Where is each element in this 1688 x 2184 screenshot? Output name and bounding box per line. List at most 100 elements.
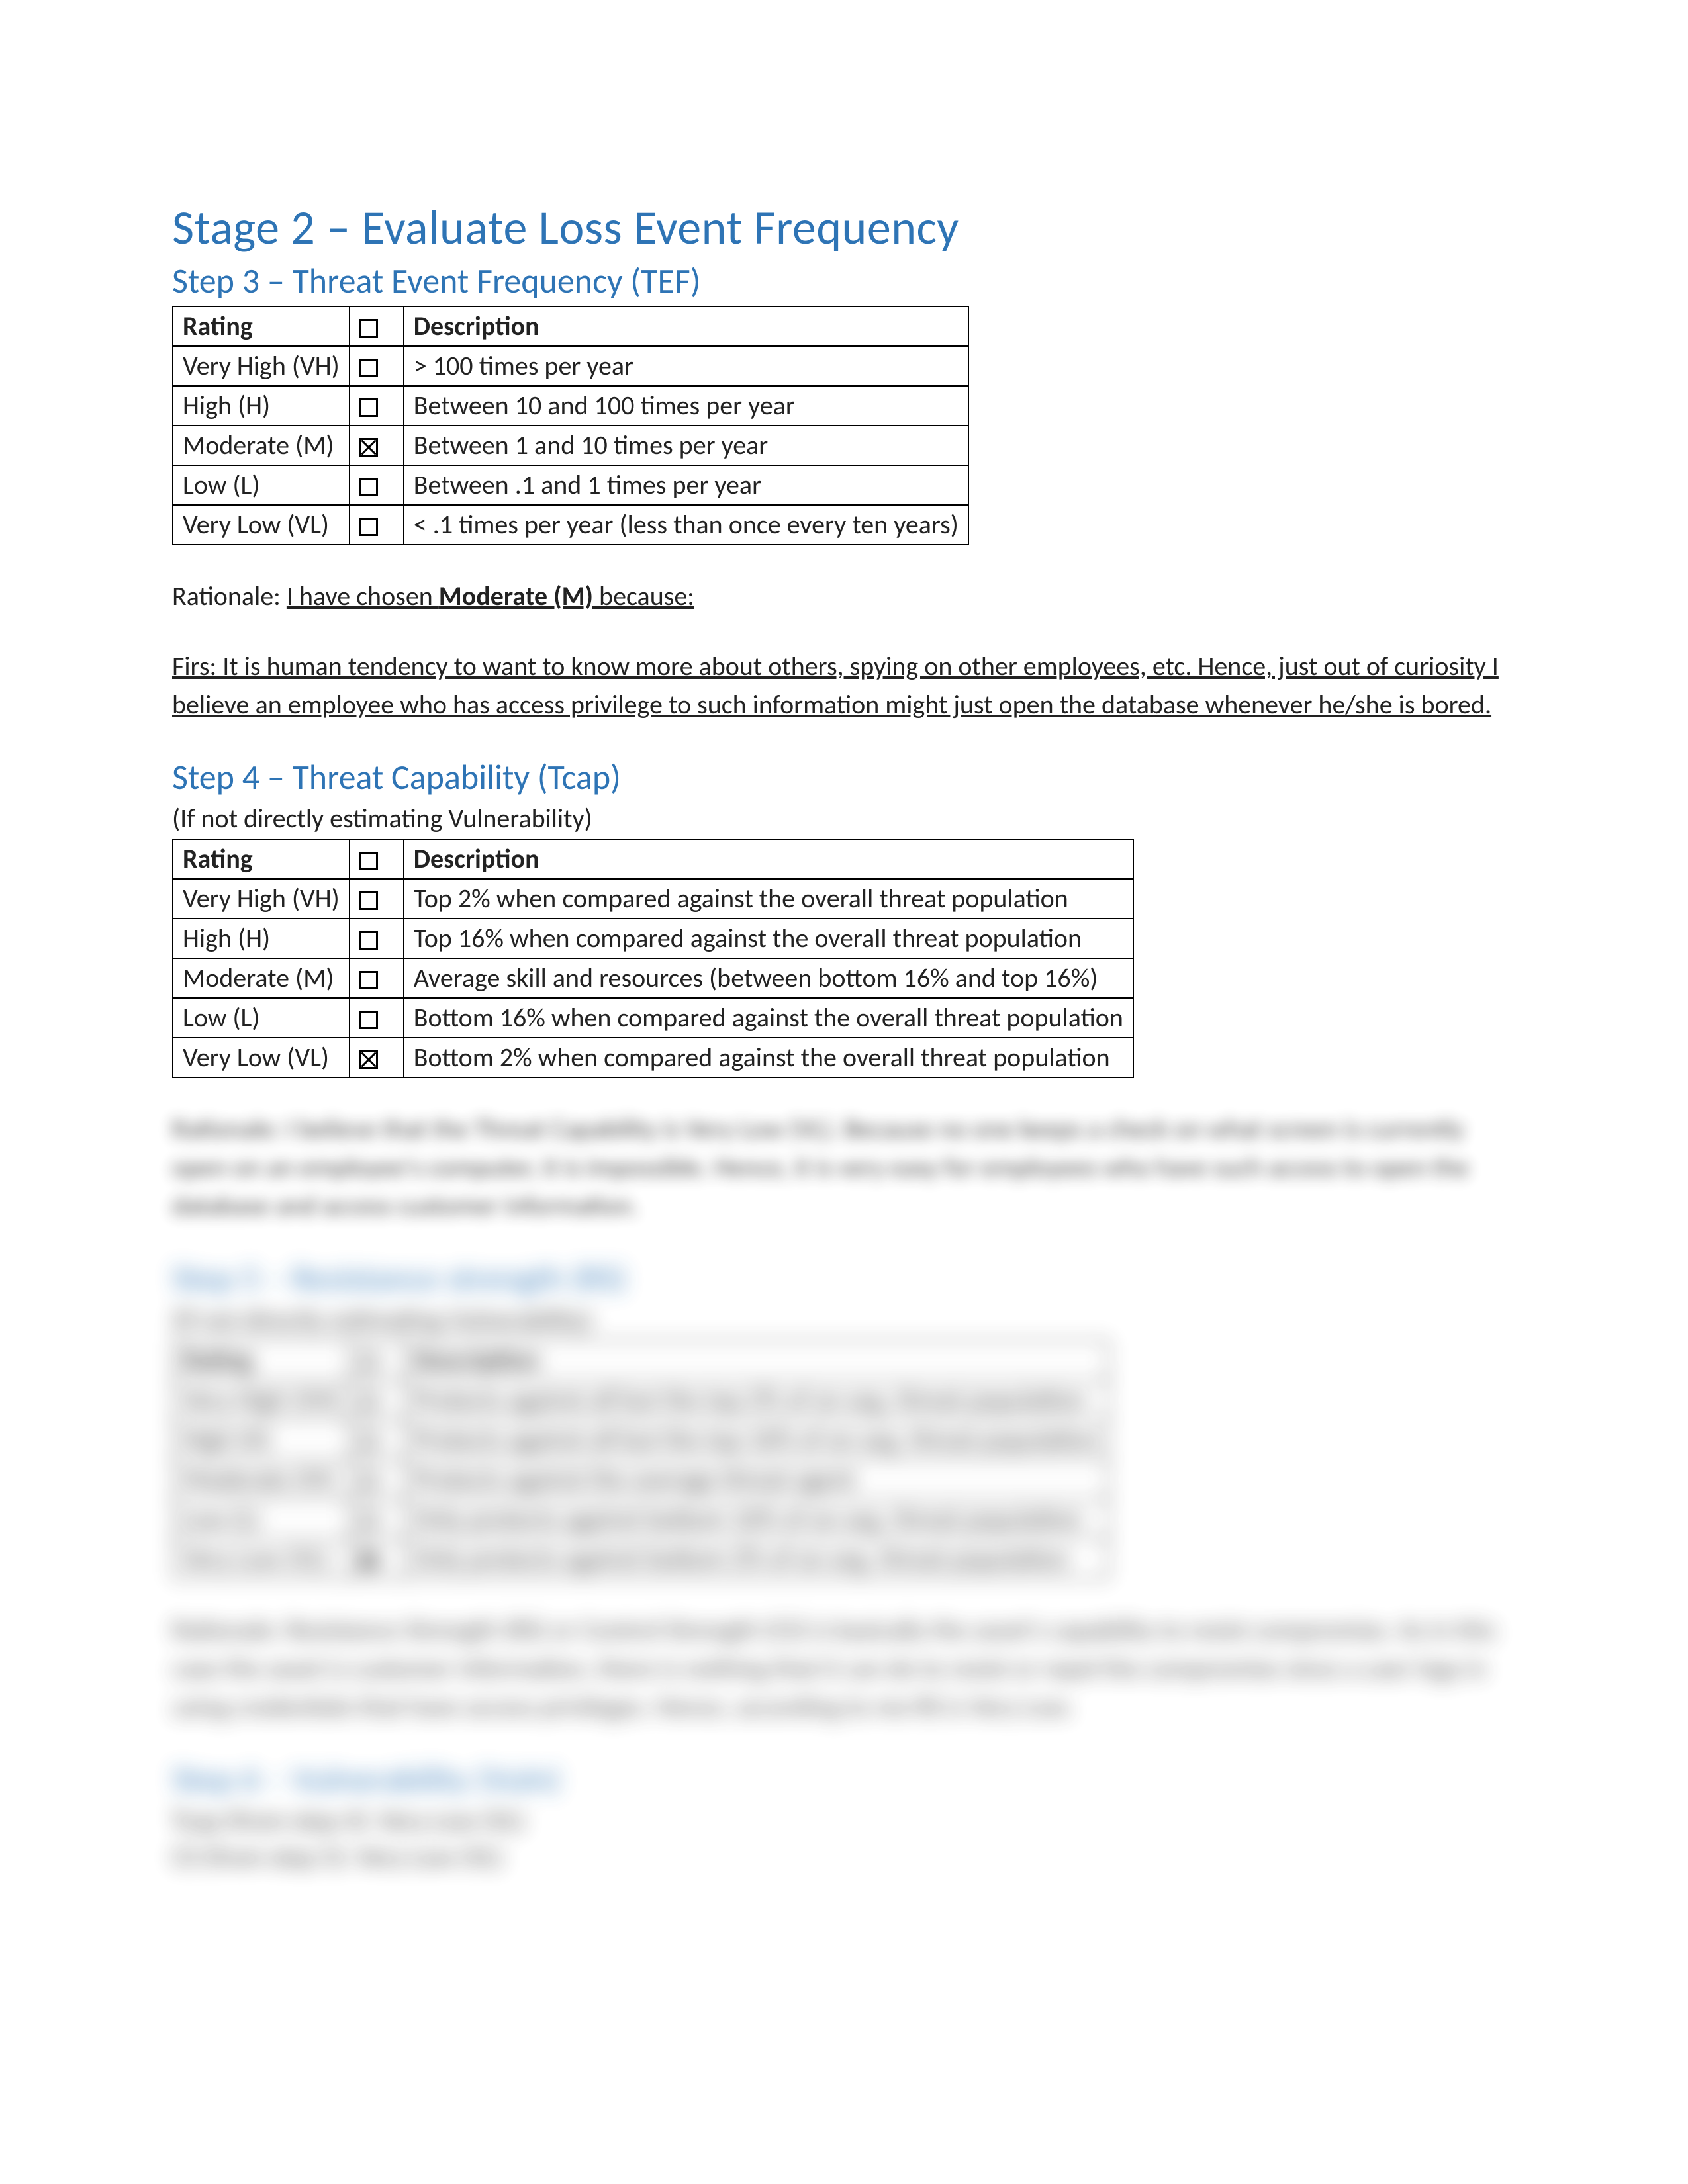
step6-line2: CS (from step 5): Very Low (VL) <box>172 1841 1516 1873</box>
rating-cell: Very Low (VL) <box>173 1038 350 1077</box>
table-row: Very High (VH) Protects against all but … <box>173 1380 1109 1420</box>
check-cell <box>350 1459 404 1499</box>
col-description: Description <box>404 306 968 346</box>
check-cell <box>350 346 404 386</box>
checkbox-icon <box>359 478 378 496</box>
col-description: Description <box>404 1340 1109 1380</box>
table-header-row: Rating Description <box>173 839 1133 879</box>
rating-cell: High (H) <box>173 919 350 958</box>
blurred-content: Step 5 – Resistance strength (RS) (If no… <box>172 1257 1516 1873</box>
desc-cell: Only protects against bottom 16% of an a… <box>404 1499 1109 1539</box>
rationale-chosen: I have chosen Moderate (M) because: <box>287 580 694 612</box>
table-row: Very Low (VL) Bottom 2% when compared ag… <box>173 1038 1133 1077</box>
check-cell <box>350 1539 404 1578</box>
table-row: Very High (VH) Top 2% when compared agai… <box>173 879 1133 919</box>
desc-cell: Top 16% when compared against the overal… <box>404 919 1133 958</box>
step3-rationale-body: Firs: It is human tendency to want to kn… <box>172 647 1516 724</box>
checkbox-icon <box>359 891 378 910</box>
table-row: Very High (VH) > 100 times per year <box>173 346 968 386</box>
desc-cell: > 100 times per year <box>404 346 968 386</box>
col-description: Description <box>404 839 1133 879</box>
step5-heading: Step 5 – Resistance strength (RS) <box>172 1257 1516 1299</box>
table-row: High (H) Protects against all but the to… <box>173 1420 1109 1459</box>
check-cell <box>350 1499 404 1539</box>
rating-cell: Moderate (M) <box>173 958 350 998</box>
desc-cell: Only protects against bottom 2% of an av… <box>404 1539 1109 1578</box>
blurred-content: Rationale: I believe that the Threat Cap… <box>172 1110 1516 1225</box>
step4-subnote: (If not directly estimating Vulnerabilit… <box>172 802 1516 835</box>
checkbox-icon <box>359 1432 378 1451</box>
step6-line1: Tcap (from step 4): Very Low (VL) <box>172 1804 1516 1837</box>
checkbox-icon <box>359 398 378 417</box>
desc-cell: Bottom 2% when compared against the over… <box>404 1038 1133 1077</box>
col-check <box>350 306 404 346</box>
checkbox-icon <box>359 1392 378 1411</box>
check-cell <box>350 465 404 505</box>
rationale-prefix: Rationale: <box>172 580 287 612</box>
check-cell <box>350 505 404 545</box>
table-row: High (H) Between 10 and 100 times per ye… <box>173 386 968 426</box>
rating-cell: High (H) <box>173 386 350 426</box>
check-cell <box>350 1380 404 1420</box>
table-row: Very Low (VL) < .1 times per year (less … <box>173 505 968 545</box>
col-check <box>350 839 404 879</box>
table-row: Very Low (VL) Only protects against bott… <box>173 1539 1109 1578</box>
table-row: High (H) Top 16% when compared against t… <box>173 919 1133 958</box>
desc-cell: Bottom 16% when compared against the ove… <box>404 998 1133 1038</box>
table-row: Moderate (M) Average skill and resources… <box>173 958 1133 998</box>
checkbox-icon <box>359 971 378 989</box>
checkbox-icon <box>359 1353 378 1371</box>
step4-rationale-blurred: Rationale: I believe that the Threat Cap… <box>172 1110 1516 1225</box>
rating-cell: Very High (VH) <box>173 1380 350 1420</box>
step5-table: Rating Description Very High (VH) Protec… <box>172 1340 1109 1579</box>
checkbox-icon <box>359 1512 378 1530</box>
checkbox-icon <box>359 438 378 457</box>
rating-cell: Very High (VH) <box>173 346 350 386</box>
check-cell <box>350 426 404 465</box>
desc-cell: Protects against the average threat agen… <box>404 1459 1109 1499</box>
checkbox-icon <box>359 1011 378 1029</box>
rating-cell: Low (L) <box>173 1499 350 1539</box>
rating-cell: Very Low (VL) <box>173 1539 350 1578</box>
col-rating: Rating <box>173 1340 350 1380</box>
desc-cell: Protects against all but the top 2% of a… <box>404 1380 1109 1420</box>
stage-title: Stage 2 – Evaluate Loss Event Frequency <box>172 199 1516 257</box>
checkbox-icon <box>359 1472 378 1490</box>
checkbox-icon <box>359 1050 378 1069</box>
document-page: Stage 2 – Evaluate Loss Event Frequency … <box>0 0 1688 1873</box>
check-cell <box>350 958 404 998</box>
check-cell <box>350 879 404 919</box>
desc-cell: Between .1 and 1 times per year <box>404 465 968 505</box>
rating-cell: Very Low (VL) <box>173 505 350 545</box>
rating-cell: Moderate (M) <box>173 1459 350 1499</box>
step3-heading: Step 3 – Threat Event Frequency (TEF) <box>172 259 1516 302</box>
table-header-row: Rating Description <box>173 1340 1109 1380</box>
rationale-bold: Moderate (M) <box>439 580 593 612</box>
step5-subnote: (If not directly estimating Vulnerabilit… <box>172 1303 1516 1336</box>
desc-cell: < .1 times per year (less than once ever… <box>404 505 968 545</box>
step4-heading: Step 4 – Threat Capability (Tcap) <box>172 756 1516 798</box>
col-rating: Rating <box>173 839 350 879</box>
checkbox-icon <box>359 1551 378 1570</box>
rating-cell: High (H) <box>173 1420 350 1459</box>
table-row: Low (L) Only protects against bottom 16%… <box>173 1499 1109 1539</box>
table-row: Low (L) Bottom 16% when compared against… <box>173 998 1133 1038</box>
rating-cell: Low (L) <box>173 465 350 505</box>
check-cell <box>350 1420 404 1459</box>
desc-cell: Between 1 and 10 times per year <box>404 426 968 465</box>
check-cell <box>350 919 404 958</box>
desc-cell: Between 10 and 100 times per year <box>404 386 968 426</box>
desc-cell: Protects against all but the top 16% of … <box>404 1420 1109 1459</box>
step5-rationale-blurred: Rationale: Resistance Strength (RS) or C… <box>172 1611 1516 1726</box>
table-row: Low (L) Between .1 and 1 times per year <box>173 465 968 505</box>
check-cell <box>350 998 404 1038</box>
desc-cell: Top 2% when compared against the overall… <box>404 879 1133 919</box>
step6-heading: Step 6 – Vulnerability (Vuln) <box>172 1758 1516 1800</box>
table-row: Moderate (M) Between 1 and 10 times per … <box>173 426 968 465</box>
checkbox-icon <box>359 852 378 870</box>
step3-rationale-line: Rationale: I have chosen Moderate (M) be… <box>172 577 1516 615</box>
checkbox-icon <box>359 931 378 950</box>
rating-cell: Low (L) <box>173 998 350 1038</box>
rating-cell: Very High (VH) <box>173 879 350 919</box>
step4-table: Rating Description Very High (VH) Top 2%… <box>172 839 1134 1078</box>
